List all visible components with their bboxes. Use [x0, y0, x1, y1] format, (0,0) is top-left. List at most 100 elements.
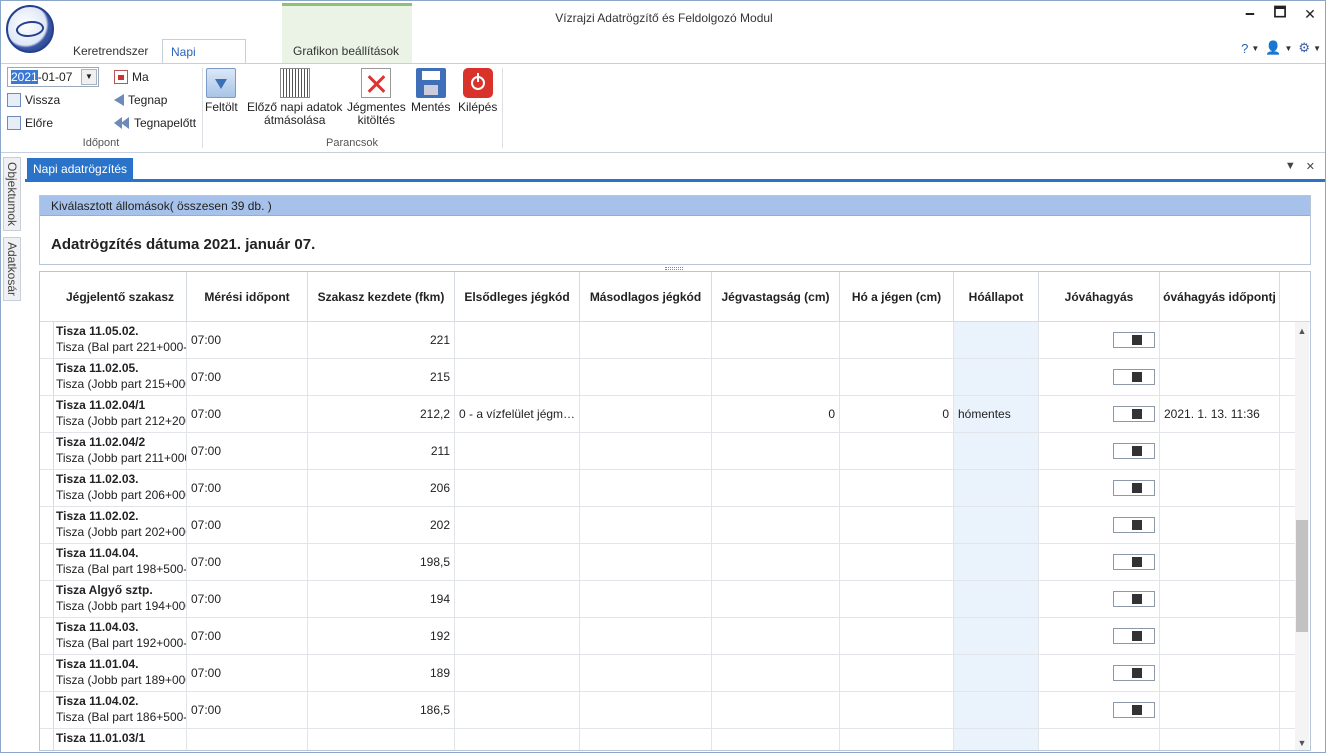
tab-keretrendszer[interactable]: Keretrendszer	[65, 39, 156, 63]
table-row[interactable]: Tisza 11.02.05. Tisza (Jobb part 215+000 0…	[40, 359, 1296, 396]
cell-masodlagos-jegkod[interactable]	[580, 433, 712, 469]
cell-hoallapot[interactable]: hómentes	[954, 396, 1039, 432]
cell-hoallapot[interactable]	[954, 507, 1039, 543]
cell-meresi-idopont[interactable]: 07:00	[187, 581, 308, 617]
table-row[interactable]: Tisza 11.01.04. Tisza (Jobb part 189+000 0…	[40, 655, 1296, 692]
cell-jovahagyas-idopont[interactable]: 2021. 1. 13. 11:36	[1160, 396, 1280, 432]
cell-meresi-idopont[interactable]: 07:00	[187, 544, 308, 580]
copy-previous-button[interactable]: Előző napi adatok átmásolása	[247, 68, 342, 127]
cell-ho-a-jegen[interactable]	[840, 581, 954, 617]
col-header-elsodleges-jegkod[interactable]: Elsődleges jégkód	[455, 272, 580, 322]
cell-meresi-idopont[interactable]: 07:00	[187, 433, 308, 469]
cell-elsodleges-jegkod[interactable]	[455, 507, 580, 543]
yesterday-button[interactable]: Tegnap	[114, 90, 167, 110]
cell-szakasz[interactable]: Tisza 11.02.04/2 Tisza (Jobb part 211+000	[54, 433, 187, 469]
cell-jegvastagsag[interactable]	[712, 618, 840, 654]
doc-tab-napi-adatrogzites[interactable]: Napi adatrögzítés	[27, 158, 134, 180]
close-button[interactable]: ✕	[1295, 1, 1325, 27]
approve-toggle[interactable]	[1113, 517, 1155, 533]
cell-elsodleges-jegkod[interactable]	[455, 692, 580, 728]
table-row[interactable]: Tisza Algyő sztp. Tisza (Jobb part 194+00…	[40, 581, 1296, 618]
approve-toggle[interactable]	[1113, 554, 1155, 570]
cell-masodlagos-jegkod[interactable]	[580, 729, 712, 750]
col-header-szakasz[interactable]: Jégjelentő szakasz	[54, 272, 187, 322]
side-tab-adatkosar[interactable]: Adatkosár	[3, 237, 21, 301]
cell-masodlagos-jegkod[interactable]	[580, 581, 712, 617]
cell-szakasz-kezdete[interactable]: 211	[308, 433, 455, 469]
cell-szakasz[interactable]: Tisza 11.01.03/1	[54, 729, 187, 750]
tab-napi-adatrogzites[interactable]: Napi adatrögzítés	[162, 39, 247, 83]
cell-hoallapot[interactable]	[954, 581, 1039, 617]
cell-szakasz-kezdete[interactable]: 221	[308, 322, 455, 358]
table-row[interactable]: Tisza 11.04.03. Tisza (Bal part 192+000- 0…	[40, 618, 1296, 655]
cell-masodlagos-jegkod[interactable]	[580, 655, 712, 691]
cell-ho-a-jegen[interactable]	[840, 618, 954, 654]
cell-jegvastagsag[interactable]	[712, 581, 840, 617]
cell-elsodleges-jegkod[interactable]	[455, 544, 580, 580]
cell-hoallapot[interactable]	[954, 655, 1039, 691]
cell-elsodleges-jegkod[interactable]	[455, 581, 580, 617]
date-input[interactable]: 2021-01-07 ▼	[7, 67, 99, 87]
doc-dropdown-icon[interactable]: ▼	[1285, 160, 1296, 173]
upload-button[interactable]: Feltölt	[205, 68, 238, 114]
cell-masodlagos-jegkod[interactable]	[580, 618, 712, 654]
cell-jovahagyas-idopont[interactable]	[1160, 618, 1280, 654]
cell-jovahagyas-idopont[interactable]	[1160, 470, 1280, 506]
cell-szakasz[interactable]: Tisza 11.04.02. Tisza (Bal part 186+500-	[54, 692, 187, 728]
vertical-scrollbar[interactable]: ▲ ▼	[1295, 322, 1309, 750]
chevron-down-icon[interactable]: ▼	[81, 69, 97, 85]
cell-hoallapot[interactable]	[954, 433, 1039, 469]
table-row[interactable]: Tisza 11.02.04/2 Tisza (Jobb part 211+000…	[40, 433, 1296, 470]
cell-ho-a-jegen[interactable]	[840, 359, 954, 395]
table-row[interactable]: Tisza 11.05.02. Tisza (Bal part 221+000- 0…	[40, 322, 1296, 359]
scroll-up-icon[interactable]: ▲	[1295, 324, 1309, 338]
cell-szakasz[interactable]: Tisza 11.05.02. Tisza (Bal part 221+000-	[54, 322, 187, 358]
cell-jovahagyas-idopont[interactable]	[1160, 507, 1280, 543]
forward-button[interactable]: Előre	[7, 113, 53, 133]
approve-toggle[interactable]	[1113, 702, 1155, 718]
cell-szakasz-kezdete[interactable]: 192	[308, 618, 455, 654]
back-button[interactable]: Vissza	[7, 90, 60, 110]
cell-jovahagyas-idopont[interactable]	[1160, 655, 1280, 691]
cell-elsodleges-jegkod[interactable]	[455, 359, 580, 395]
col-header-jovahagyas[interactable]: Jóváhagyás	[1039, 272, 1160, 322]
today-button[interactable]: Ma	[114, 67, 149, 87]
cell-szakasz-kezdete[interactable]: 189	[308, 655, 455, 691]
cell-jovahagyas-idopont[interactable]	[1160, 544, 1280, 580]
cell-jovahagyas-idopont[interactable]	[1160, 322, 1280, 358]
cell-elsodleges-jegkod[interactable]	[455, 729, 580, 750]
cell-ho-a-jegen[interactable]	[840, 433, 954, 469]
cell-hoallapot[interactable]	[954, 470, 1039, 506]
cell-jegvastagsag[interactable]	[712, 359, 840, 395]
cell-hoallapot[interactable]	[954, 322, 1039, 358]
cell-meresi-idopont[interactable]: 07:00	[187, 470, 308, 506]
minimize-button[interactable]: 🗕	[1235, 1, 1265, 27]
table-row[interactable]: Tisza 11.02.02. Tisza (Jobb part 202+000 0…	[40, 507, 1296, 544]
cell-szakasz[interactable]: Tisza 11.02.02. Tisza (Jobb part 202+000	[54, 507, 187, 543]
cell-meresi-idopont[interactable]: 07:00	[187, 359, 308, 395]
table-row[interactable]: Tisza 11.01.03/1	[40, 729, 1296, 750]
cell-jovahagyas-idopont[interactable]	[1160, 692, 1280, 728]
cell-ho-a-jegen[interactable]	[840, 729, 954, 750]
cell-masodlagos-jegkod[interactable]	[580, 396, 712, 432]
cell-meresi-idopont[interactable]	[187, 729, 308, 750]
cell-szakasz-kezdete[interactable]	[308, 729, 455, 750]
cell-szakasz[interactable]: Tisza 11.04.03. Tisza (Bal part 192+000-	[54, 618, 187, 654]
cell-elsodleges-jegkod[interactable]	[455, 618, 580, 654]
cell-szakasz-kezdete[interactable]: 206	[308, 470, 455, 506]
cell-jegvastagsag[interactable]	[712, 470, 840, 506]
cell-szakasz-kezdete[interactable]: 198,5	[308, 544, 455, 580]
cell-meresi-idopont[interactable]: 07:00	[187, 396, 308, 432]
scroll-down-icon[interactable]: ▼	[1295, 736, 1309, 750]
cell-jegvastagsag[interactable]	[712, 544, 840, 580]
approve-toggle[interactable]	[1113, 332, 1155, 348]
cell-masodlagos-jegkod[interactable]	[580, 692, 712, 728]
cell-masodlagos-jegkod[interactable]	[580, 359, 712, 395]
cell-jovahagyas-idopont[interactable]	[1160, 433, 1280, 469]
col-header-meresi-idopont[interactable]: Mérési időpont	[187, 272, 308, 322]
cell-jegvastagsag[interactable]	[712, 655, 840, 691]
approve-toggle[interactable]	[1113, 591, 1155, 607]
cell-jegvastagsag[interactable]	[712, 692, 840, 728]
cell-jegvastagsag[interactable]	[712, 322, 840, 358]
approve-toggle[interactable]	[1113, 480, 1155, 496]
